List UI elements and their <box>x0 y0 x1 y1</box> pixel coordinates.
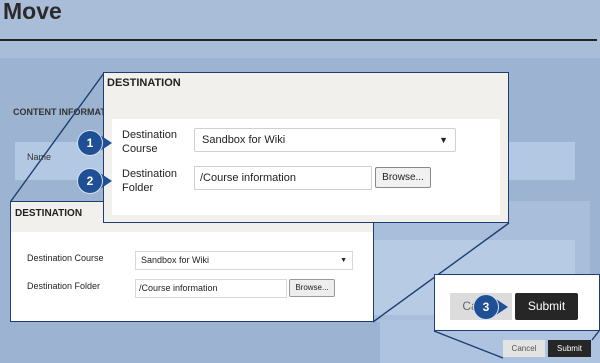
destination-folder-label: Destination Folder <box>27 281 101 291</box>
page-header-area <box>0 0 600 58</box>
callout-2-badge: 2 <box>78 169 102 193</box>
chevron-down-icon: ▼ <box>439 135 448 145</box>
destination-course-label: Destination Course <box>27 253 104 263</box>
destination-course-label-zoom: Destination Course <box>122 129 178 155</box>
callout-1-badge: 1 <box>78 131 102 155</box>
submit-button-zoom[interactable]: Submit <box>515 293 578 320</box>
destination-folder-field-zoom[interactable]: /Course information <box>194 166 372 190</box>
browse-button-zoom[interactable]: Browse... <box>375 167 431 188</box>
cancel-button[interactable]: Cancel <box>503 340 545 357</box>
callout-3-badge: 3 <box>474 295 498 319</box>
title-divider <box>0 39 597 41</box>
destination-course-value-zoom: Sandbox for Wiki <box>202 134 286 146</box>
destination-panel-small-title: DESTINATION <box>15 208 83 219</box>
destination-course-select[interactable]: Sandbox for Wiki ▼ <box>135 251 353 270</box>
page-title: Move <box>3 0 62 24</box>
name-label: Name <box>27 152 52 162</box>
destination-folder-label-zoom: Destination Folder <box>122 168 178 194</box>
destination-folder-field[interactable]: /Course information <box>135 279 287 298</box>
destination-panel-zoom-title: DESTINATION <box>107 77 181 89</box>
destination-course-select-zoom[interactable]: Sandbox for Wiki ▼ <box>194 128 456 152</box>
destination-course-value: Sandbox for Wiki <box>141 255 210 265</box>
chevron-down-icon: ▼ <box>340 257 347 264</box>
browse-button[interactable]: Browse... <box>289 279 335 297</box>
submit-button[interactable]: Submit <box>548 340 591 357</box>
